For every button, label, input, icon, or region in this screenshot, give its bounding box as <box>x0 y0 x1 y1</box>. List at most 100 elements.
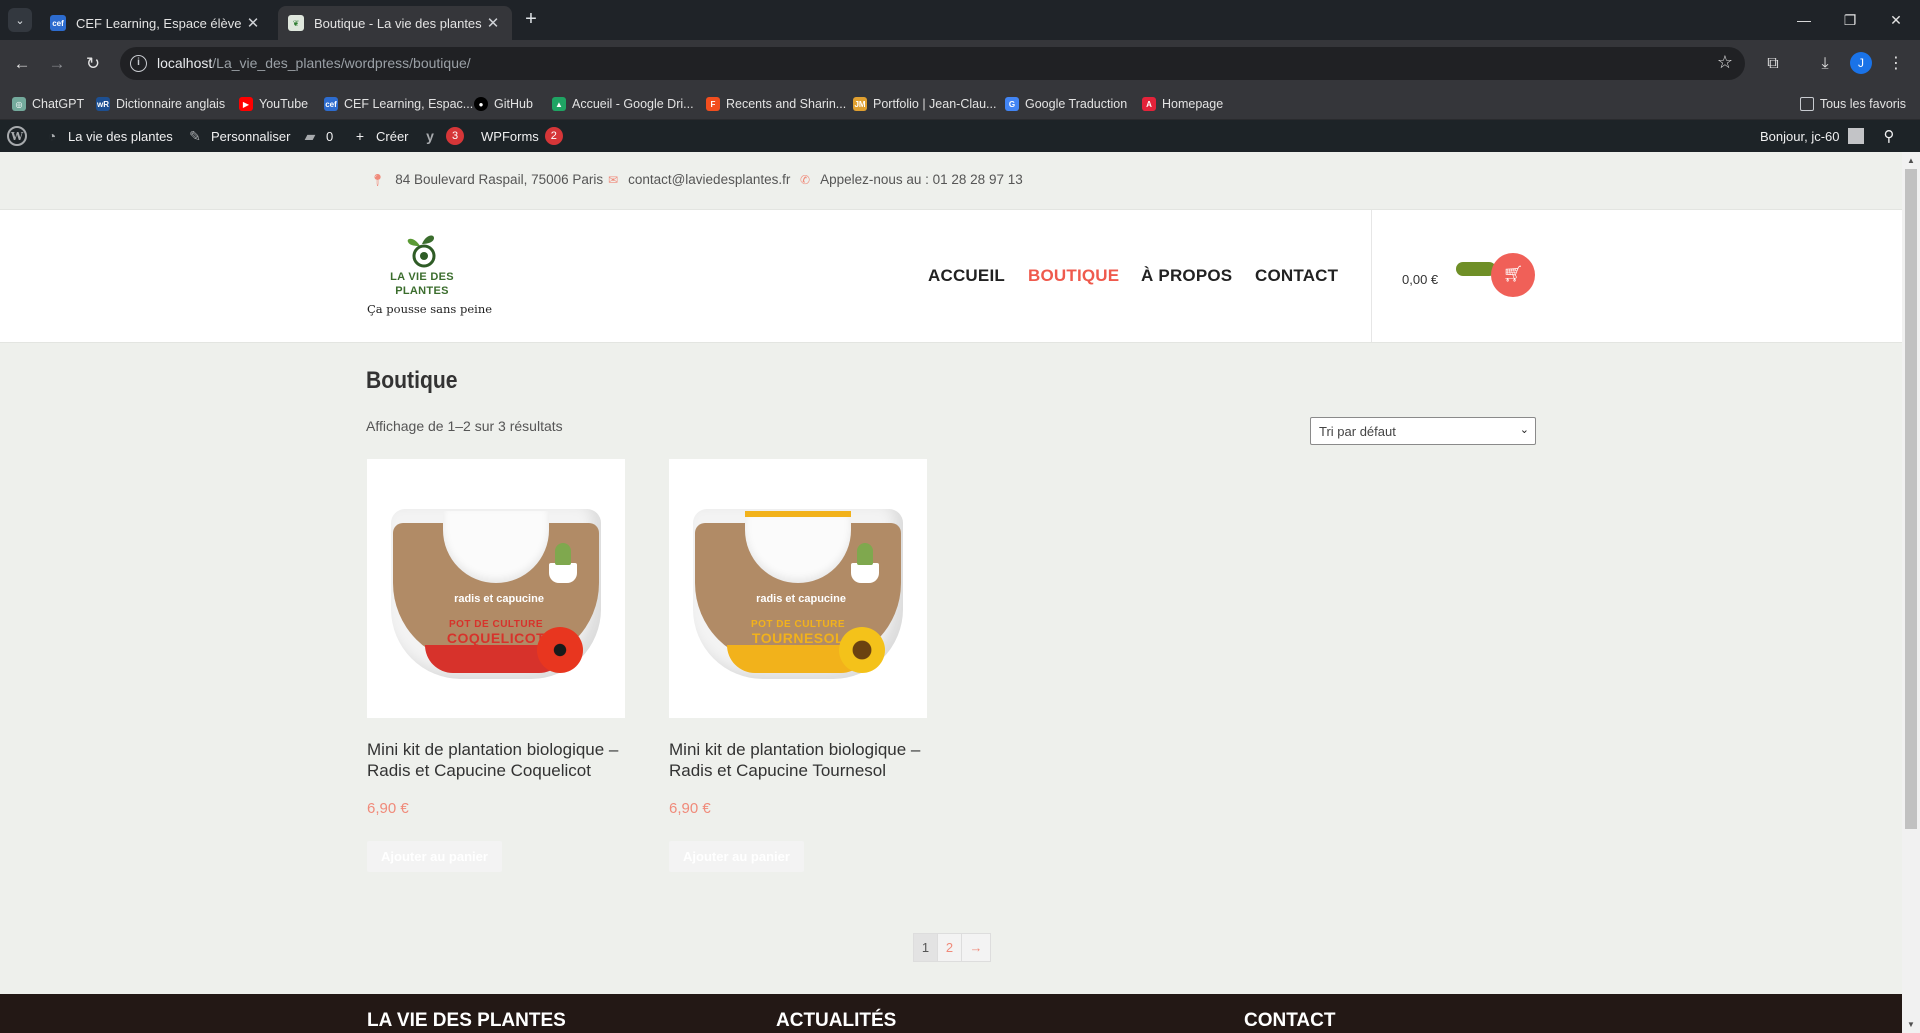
product-title[interactable]: Mini kit de plantation biologique – Radi… <box>367 739 625 781</box>
browser-tab-strip: ⌄ cef CEF Learning, Espace élève du C ✕ … <box>0 0 1920 40</box>
nav-a-propos[interactable]: À PROPOS <box>1141 266 1232 286</box>
product-title[interactable]: Mini kit de plantation biologique – Radi… <box>669 739 927 781</box>
envelope-icon: ✉ <box>608 172 619 187</box>
bookmark-youtube[interactable]: ▶ YouTube <box>239 95 308 113</box>
page-title: Boutique <box>366 367 458 394</box>
menu-kebab-icon[interactable]: ⋮ <box>1884 52 1908 76</box>
page-scrollbar[interactable]: ▲ ▼ <box>1902 152 1920 1033</box>
bookmark-portfolio[interactable]: JM Portfolio | Jean-Clau... <box>853 95 996 113</box>
product-card: radis et capucine POT DE CULTURE TOURNES… <box>669 459 927 872</box>
minimize-icon[interactable]: — <box>1786 8 1822 32</box>
url-text: localhost/La_vie_des_plantes/wordpress/b… <box>157 55 471 71</box>
plus-icon: + <box>355 128 365 144</box>
close-tab-icon[interactable]: ✕ <box>484 14 502 32</box>
chevron-down-icon: ⌄ <box>1519 424 1529 436</box>
site-name-link[interactable]: ◔ La vie des plantes <box>43 120 173 152</box>
restore-icon[interactable]: ❐ <box>1832 8 1868 32</box>
pagination: 1 2 → <box>913 933 991 962</box>
github-icon: ● <box>474 97 488 111</box>
brush-icon: ✎ <box>189 127 201 144</box>
product-card: radis et capucine POT DE CULTURE COQUELI… <box>367 459 625 872</box>
tab-title: CEF Learning, Espace élève du C <box>76 15 244 31</box>
sort-select[interactable]: Tri par défaut ⌄ <box>1310 417 1536 445</box>
yoast-seo-link[interactable]: y3 <box>421 120 464 152</box>
cart-button[interactable]: 🛒︎ <box>1491 253 1535 297</box>
site-header: LA VIE DES PLANTES Ça pousse sans peine … <box>0 209 1902 343</box>
bookmark-star-icon[interactable]: ☆ <box>1717 52 1733 73</box>
downloads-icon[interactable]: ⤓ <box>1813 52 1837 76</box>
product-image[interactable]: radis et capucine POT DE CULTURE COQUELI… <box>367 459 625 718</box>
product-image[interactable]: radis et capucine POT DE CULTURE TOURNES… <box>669 459 927 718</box>
add-to-cart-button[interactable]: Ajouter au panier <box>669 841 804 872</box>
map-pin-icon: 📍︎ <box>370 172 386 187</box>
extensions-icon[interactable]: ⧉ <box>1761 52 1785 76</box>
address-bar[interactable]: i localhost/La_vie_des_plantes/wordpress… <box>120 47 1745 80</box>
back-icon[interactable]: ← <box>9 51 35 77</box>
forward-icon[interactable]: → <box>44 51 70 77</box>
nav-contact[interactable]: CONTACT <box>1255 266 1338 286</box>
comment-icon: ▰ <box>304 127 316 144</box>
tab-title: Boutique - La vie des plantes <box>314 15 482 31</box>
result-count: Affichage de 1–2 sur 3 résultats <box>366 418 563 434</box>
page-2-link[interactable]: 2 <box>938 934 962 961</box>
footer-heading-news: ACTUALITÉS <box>776 1010 897 1031</box>
scroll-thumb[interactable] <box>1905 169 1917 829</box>
my-account-link[interactable]: Bonjour, jc-60 <box>1760 120 1864 152</box>
header-divider <box>1371 210 1372 342</box>
close-window-icon[interactable]: ✕ <box>1878 8 1914 32</box>
admin-search-icon[interactable]: ⚲ <box>1880 120 1905 152</box>
site-contact-bar: 📍︎ 84 Boulevard Raspail, 75006 Paris ✉ con… <box>0 152 1902 209</box>
add-to-cart-button[interactable]: Ajouter au panier <box>367 841 502 872</box>
wordpress-logo-icon: W <box>7 126 27 146</box>
customize-link[interactable]: ✎ Personnaliser <box>186 120 290 152</box>
search-icon: ⚲ <box>1883 128 1895 145</box>
google-drive-icon: ▲ <box>552 97 566 111</box>
bookmark-figma[interactable]: F Recents and Sharin... <box>706 95 846 113</box>
bookmark-chatgpt[interactable]: ◎ ChatGPT <box>12 95 84 113</box>
portfolio-icon: JM <box>853 97 867 111</box>
bookmarks-bar: ◎ ChatGPT wR Dictionnaire anglais ▶ YouTube… <box>0 87 1920 120</box>
address-info: 📍︎ 84 Boulevard Raspail, 75006 Paris <box>370 172 604 187</box>
cart-toggle[interactable] <box>1456 262 1496 276</box>
new-tab-button[interactable]: + <box>519 8 543 32</box>
bookmark-homepage[interactable]: A Homepage <box>1142 95 1223 113</box>
nav-boutique[interactable]: BOUTIQUE <box>1028 266 1119 286</box>
close-tab-icon[interactable]: ✕ <box>244 14 262 32</box>
bookmark-github[interactable]: ● GitHub <box>474 95 533 113</box>
scroll-up-arrow-icon[interactable]: ▲ <box>1902 152 1920 169</box>
tab-search-button[interactable]: ⌄ <box>8 8 32 32</box>
google-translate-icon: G <box>1005 97 1019 111</box>
wordreference-icon: wR <box>96 97 110 111</box>
wordpress-logo-button[interactable]: W <box>7 120 27 152</box>
site-info-icon[interactable]: i <box>130 55 147 72</box>
comments-link[interactable]: ▰ 0 <box>301 120 334 152</box>
browser-toolbar: ← → ↻ i localhost/La_vie_des_plantes/wor… <box>0 40 1920 87</box>
cart-total[interactable]: 0,00 € <box>1402 272 1438 287</box>
wpforms-link[interactable]: WPForms 2 <box>481 120 563 152</box>
tab-boutique[interactable]: ❦ Boutique - La vie des plantes ✕ <box>278 6 512 40</box>
new-content-link[interactable]: + Créer <box>351 120 409 152</box>
bookmark-dictionnaire[interactable]: wR Dictionnaire anglais <box>96 95 225 113</box>
bookmark-cef[interactable]: cef CEF Learning, Espac... <box>324 95 473 113</box>
nav-accueil[interactable]: ACCUEIL <box>928 266 1005 286</box>
bookmark-google-drive[interactable]: ▲ Accueil - Google Dri... <box>552 95 694 113</box>
reload-icon[interactable]: ↻ <box>80 51 106 77</box>
cef-icon: cef <box>324 97 338 111</box>
all-bookmarks[interactable]: Tous les favoris <box>1799 95 1906 113</box>
tab-cef-learning[interactable]: cef CEF Learning, Espace élève du C ✕ <box>40 6 272 40</box>
site-logo[interactable]: LA VIE DES PLANTES Ça pousse sans peine <box>367 232 493 316</box>
wp-admin-bar: W ◔ La vie des plantes ✎ Personnaliser ▰ 0 … <box>0 120 1920 152</box>
homepage-icon: A <box>1142 97 1156 111</box>
bookmark-google-traduction[interactable]: G Google Traduction <box>1005 95 1127 113</box>
site-tagline: Ça pousse sans peine <box>367 302 493 316</box>
tournesol-pot-image: radis et capucine POT DE CULTURE TOURNES… <box>693 509 903 679</box>
product-price: 6,90 € <box>669 800 711 817</box>
site-footer: LA VIE DES PLANTES ACTUALITÉS CONTACT <box>0 994 1902 1033</box>
email-info[interactable]: ✉ contact@laviedesplantes.fr <box>608 172 790 187</box>
profile-avatar[interactable]: J <box>1850 52 1872 74</box>
page-1-current: 1 <box>914 934 938 961</box>
next-page-arrow[interactable]: → <box>962 934 990 961</box>
dashboard-icon: ◔ <box>47 128 57 144</box>
scroll-down-arrow-icon[interactable]: ▼ <box>1902 1016 1920 1033</box>
shopping-cart-icon: 🛒︎ <box>1502 266 1524 283</box>
